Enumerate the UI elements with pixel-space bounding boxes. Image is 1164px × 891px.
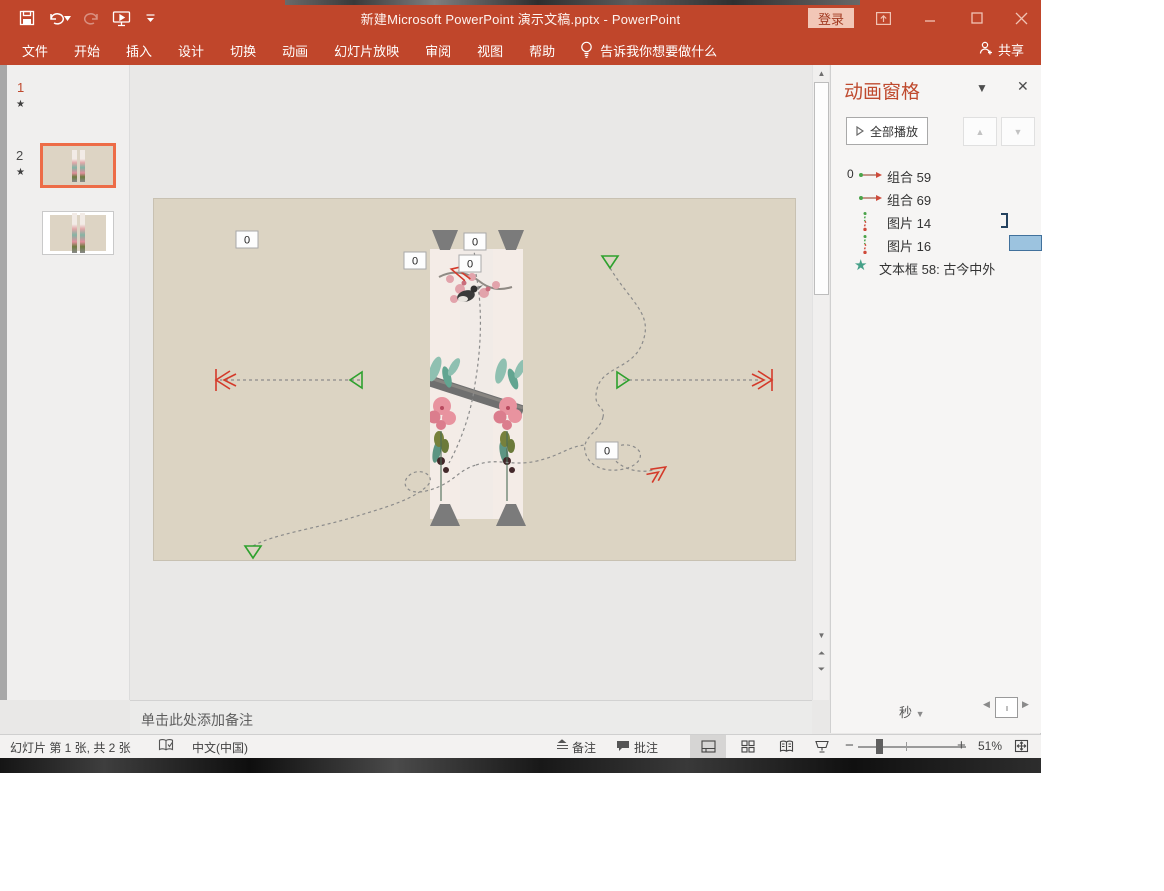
qat-customize-icon[interactable] (144, 7, 156, 29)
slide-2-animation-star: ★ (16, 167, 25, 178)
tab-file[interactable]: 文件 (9, 36, 61, 65)
ribbon-tab-row: 文件 开始 插入 设计 切换 动画 幻灯片放映 审阅 视图 帮助 告诉我你想要做… (0, 36, 1041, 65)
zoom-percentage[interactable]: 51% (978, 739, 1002, 753)
animation-pane: 动画窗格 ▼ ✕ 全部播放 ▲ ▼ 0 组合 59 组合 69 (830, 65, 1041, 733)
powerpoint-window: 新建Microsoft PowerPoint 演示文稿.pptx - Power… (0, 0, 1041, 758)
scroll-artwork[interactable] (426, 230, 528, 526)
comments-toggle[interactable]: 批注 (634, 739, 658, 756)
slide-thumbnail-panel: 1 ★ 2 ★ (0, 65, 130, 700)
animation-item[interactable]: ★ 文本框 58: 古今中外 (831, 256, 1042, 278)
zoom-out-button[interactable]: − (845, 737, 854, 754)
desktop-wallpaper-top (285, 0, 860, 5)
svg-text:0: 0 (412, 256, 418, 268)
panel-left-edge (0, 65, 7, 700)
animation-item[interactable]: 图片 14 (831, 210, 1042, 232)
motion-path-icon (858, 189, 884, 207)
comments-icon[interactable] (616, 740, 630, 755)
animation-pane-title: 动画窗格 (844, 77, 920, 104)
slide-counter[interactable]: 幻灯片 第 1 张, 共 2 张 (10, 739, 131, 756)
spell-check-icon[interactable] (158, 738, 174, 756)
save-icon[interactable] (16, 7, 38, 29)
scroll-down-icon[interactable]: ▼ (814, 628, 829, 643)
sign-in-button[interactable]: 登录 (808, 8, 854, 28)
tab-home[interactable]: 开始 (61, 36, 113, 65)
main-vertical-scrollbar[interactable]: ▲ ▼ ⏶ ⏷ (812, 65, 829, 700)
slide-2-number: 2 (16, 148, 23, 163)
close-button[interactable] (1006, 6, 1036, 30)
scroll-up-icon[interactable]: ▲ (814, 66, 829, 81)
status-bar: 幻灯片 第 1 张, 共 2 张 中文(中国) 备注 批注 (0, 734, 1041, 758)
tab-insert[interactable]: 插入 (113, 36, 165, 65)
timeline-scroll-box[interactable] (995, 697, 1018, 718)
fit-to-window-icon[interactable] (1014, 739, 1029, 756)
tab-view[interactable]: 视图 (464, 36, 516, 65)
slide-1-number: 1 (17, 80, 24, 95)
tell-me-box[interactable]: 告诉我你想要做什么 (580, 41, 717, 61)
slide-content-overlay: 0 0 0 0 0 (154, 199, 795, 560)
notes-toggle[interactable]: 备注 (572, 739, 596, 756)
tab-slideshow[interactable]: 幻灯片放映 (321, 36, 412, 65)
animation-number-badges[interactable]: 0 0 0 0 0 (236, 231, 618, 459)
tab-transitions[interactable]: 切换 (217, 36, 269, 65)
timeline-bar[interactable] (1009, 235, 1042, 251)
share-button[interactable]: 共享 (979, 40, 1024, 59)
slide-1-thumbnail[interactable] (40, 143, 116, 188)
zoom-slider-midtick (906, 742, 907, 751)
custom-path-icon (858, 235, 884, 253)
motion-path-icon (858, 166, 884, 184)
slide-2-thumbnail[interactable] (42, 211, 114, 255)
desktop-wallpaper-bottom (0, 758, 1041, 773)
share-person-icon (979, 41, 993, 58)
tab-animations[interactable]: 动画 (269, 36, 321, 65)
maximize-button[interactable] (962, 6, 992, 30)
undo-dropdown-icon[interactable] (62, 7, 72, 29)
zoom-slider-handle[interactable] (876, 739, 883, 754)
tab-review[interactable]: 审阅 (412, 36, 464, 65)
animation-item[interactable]: 0 组合 59 (831, 164, 1042, 186)
timeline-scroll-right-icon[interactable]: ▶ (1022, 699, 1029, 710)
lightbulb-icon (580, 41, 593, 61)
scrollbar-thumb[interactable] (814, 82, 829, 295)
slideshow-view-button[interactable] (804, 735, 840, 758)
redo-icon (80, 7, 102, 29)
title-bar: 新建Microsoft PowerPoint 演示文稿.pptx - Power… (0, 0, 1041, 36)
svg-text:0: 0 (467, 259, 473, 271)
next-slide-icon[interactable]: ⏷ (814, 662, 829, 677)
normal-view-button[interactable] (690, 735, 726, 758)
notes-placeholder: 单击此处添加备注 (141, 710, 253, 730)
pane-close-icon[interactable]: ✕ (1017, 78, 1029, 95)
tab-help[interactable]: 帮助 (516, 36, 568, 65)
animation-item[interactable]: 组合 69 (831, 187, 1042, 209)
timeline-bar-start[interactable] (1003, 213, 1008, 228)
seconds-dropdown[interactable]: 秒 ▼ (899, 702, 925, 721)
entrance-star-icon: ★ (854, 256, 867, 274)
zoom-in-button[interactable]: + (957, 737, 966, 754)
notes-toggle-icon[interactable] (556, 739, 569, 755)
pane-options-chevron-icon[interactable]: ▼ (976, 81, 988, 95)
reorder-down-button[interactable]: ▼ (1001, 117, 1035, 146)
language-indicator[interactable]: 中文(中国) (192, 739, 248, 756)
slide-sorter-view-button[interactable] (730, 735, 766, 758)
play-all-button[interactable]: 全部播放 (846, 117, 928, 145)
svg-text:0: 0 (244, 235, 250, 247)
svg-text:0: 0 (604, 446, 610, 458)
svg-text:0: 0 (472, 237, 478, 249)
slide-1-animation-star: ★ (16, 99, 25, 110)
animation-item[interactable]: 图片 16 (831, 233, 1042, 255)
ribbon-display-options-icon[interactable] (868, 6, 898, 30)
tab-design[interactable]: 设计 (165, 36, 217, 65)
timeline-scroll-left-icon[interactable]: ◀ (983, 699, 990, 710)
reorder-up-button[interactable]: ▲ (963, 117, 997, 146)
start-slideshow-icon[interactable] (110, 7, 132, 29)
reading-view-button[interactable] (768, 735, 804, 758)
custom-path-icon (858, 212, 884, 230)
notes-pane[interactable]: 单击此处添加备注 (130, 700, 812, 735)
minimize-button[interactable] (915, 6, 945, 30)
zoom-slider-track[interactable] (858, 746, 966, 748)
previous-slide-icon[interactable]: ⏶ (814, 646, 829, 661)
